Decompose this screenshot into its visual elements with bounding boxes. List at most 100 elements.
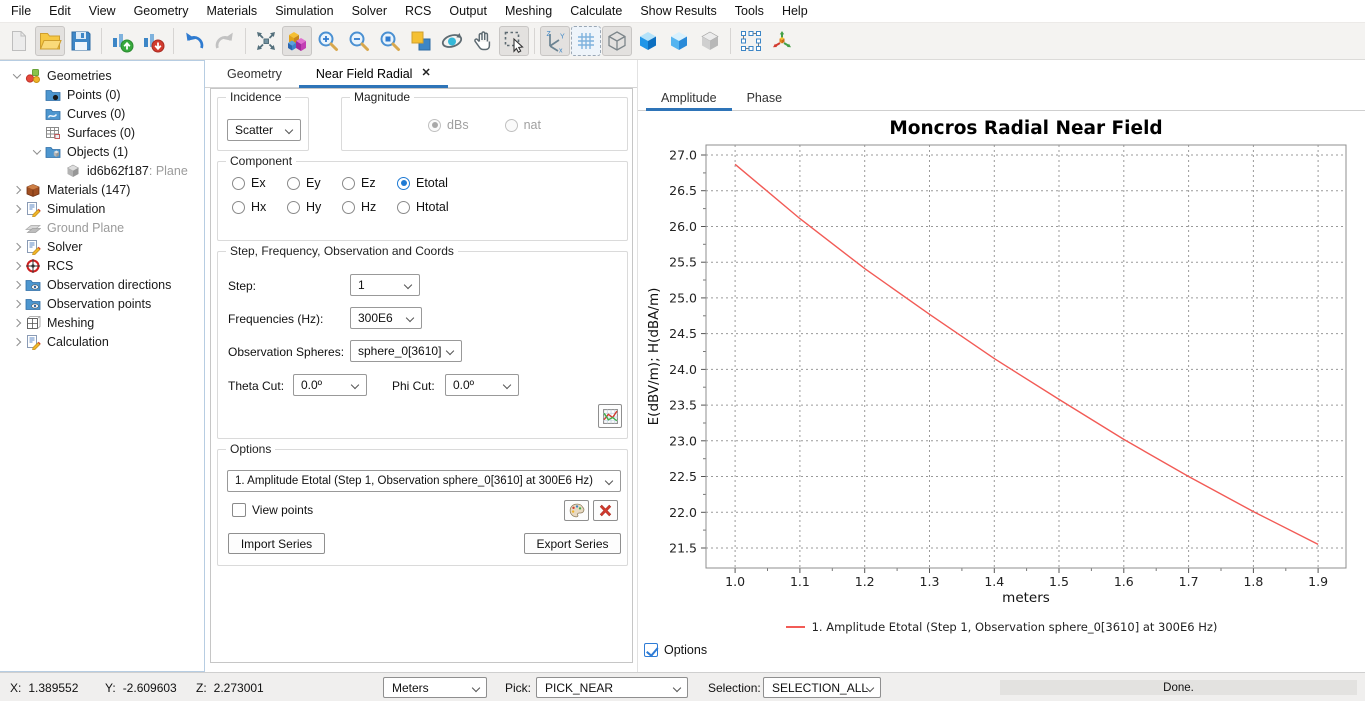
tree-item-objects-1[interactable]: Objects (1) (0, 142, 204, 161)
new-file-button[interactable] (4, 26, 34, 56)
tree-expand-icon[interactable] (8, 301, 25, 307)
close-tab-icon[interactable]: ✕ (421, 68, 430, 79)
units-select[interactable]: Meters (383, 677, 487, 698)
tree-item-observation-directions[interactable]: Observation directions (0, 275, 204, 294)
radio-ey[interactable]: Ey (287, 176, 342, 190)
orbit-button[interactable] (437, 26, 467, 56)
tree-item-materials-147[interactable]: Materials (147) (0, 180, 204, 199)
radio-button-icon[interactable] (287, 201, 300, 214)
wireframe-view-button[interactable] (602, 26, 632, 56)
menu-edit[interactable]: Edit (40, 1, 80, 21)
radio-button-icon[interactable] (397, 201, 410, 214)
tree-expand-icon[interactable] (8, 282, 25, 288)
tree-item-ground-plane[interactable]: Ground Plane (0, 218, 204, 237)
observation-spheres-select[interactable]: sphere_0[3610] (350, 340, 462, 362)
radio-button-icon[interactable] (232, 201, 245, 214)
pick-select[interactable]: PICK_NEAR (536, 677, 688, 698)
tree-item-id6b62f187[interactable]: id6b62f187 : Plane (0, 161, 204, 180)
delete-series-button[interactable] (593, 500, 618, 521)
tree-expand-icon[interactable] (8, 187, 25, 193)
tree-item-geometries[interactable]: Geometries (0, 66, 204, 85)
menu-help[interactable]: Help (773, 1, 817, 21)
radio-button-icon[interactable] (342, 177, 355, 190)
radio-hx[interactable]: Hx (232, 200, 287, 214)
menu-tools[interactable]: Tools (726, 1, 773, 21)
tree-item-observation-points[interactable]: Observation points (0, 294, 204, 313)
menu-geometry[interactable]: Geometry (125, 1, 198, 21)
menu-file[interactable]: File (2, 1, 40, 21)
incidence-select[interactable]: Scatter (227, 119, 301, 141)
solid-view-button[interactable] (633, 26, 663, 56)
menu-solver[interactable]: Solver (343, 1, 396, 21)
menu-meshing[interactable]: Meshing (496, 1, 561, 21)
chart-tab-phase[interactable]: Phase (732, 85, 797, 110)
redo-button[interactable] (210, 26, 240, 56)
series-color-button[interactable] (564, 500, 589, 521)
menu-output[interactable]: Output (440, 1, 496, 21)
step-select[interactable]: 1 (350, 274, 420, 296)
tree-item-curves-0[interactable]: Curves (0) (0, 104, 204, 123)
phi-cut-select[interactable]: 0.0º (445, 374, 519, 396)
show-grid-button[interactable] (571, 26, 601, 56)
tree-item-meshing[interactable]: Meshing (0, 313, 204, 332)
flat-view-button[interactable] (695, 26, 725, 56)
zoom-out-button[interactable] (344, 26, 374, 56)
selection-select[interactable]: SELECTION_ALL (763, 677, 881, 698)
radio-htotal[interactable]: Htotal (397, 200, 497, 214)
tree-collapse-icon[interactable] (28, 149, 45, 155)
theta-cut-select[interactable]: 0.0º (293, 374, 367, 396)
tree-item-solver[interactable]: Solver (0, 237, 204, 256)
tree-item-calculation[interactable]: Calculation (0, 332, 204, 351)
tree-item-surfaces-0[interactable]: Surfaces (0) (0, 123, 204, 142)
radio-button-icon[interactable] (287, 177, 300, 190)
chart-tab-amplitude[interactable]: Amplitude (646, 85, 732, 110)
menu-rcs[interactable]: RCS (396, 1, 440, 21)
open-file-button[interactable] (35, 26, 65, 56)
view-points-checkbox[interactable] (232, 503, 246, 517)
show-axes-button[interactable]: ZYx (540, 26, 570, 56)
radio-hz[interactable]: Hz (342, 200, 397, 214)
chart-options-checkbox[interactable] (644, 643, 658, 657)
zoom-window-button[interactable] (375, 26, 405, 56)
pan-button[interactable] (468, 26, 498, 56)
radio-button-icon[interactable] (342, 201, 355, 214)
radio-button-icon[interactable] (232, 177, 245, 190)
menu-simulation[interactable]: Simulation (266, 1, 342, 21)
menu-view[interactable]: View (80, 1, 125, 21)
tree-item-simulation[interactable]: Simulation (0, 199, 204, 218)
menu-show-results[interactable]: Show Results (631, 1, 725, 21)
radio-ex[interactable]: Ex (232, 176, 287, 190)
radio-hy[interactable]: Hy (287, 200, 342, 214)
tab-near-field-radial[interactable]: Near Field Radial✕ (299, 60, 448, 87)
radio-etotal[interactable]: Etotal (397, 176, 497, 190)
tab-geometry[interactable]: Geometry (210, 60, 299, 87)
tree-expand-icon[interactable] (8, 206, 25, 212)
zoom-in-button[interactable] (313, 26, 343, 56)
selection-handles-button[interactable] (736, 26, 766, 56)
fit-view-button[interactable] (251, 26, 281, 56)
export-plot-button[interactable] (138, 26, 168, 56)
frequencies-select[interactable]: 300E6 (350, 307, 422, 329)
save-file-button[interactable] (66, 26, 96, 56)
tree-item-points-0[interactable]: Points (0) (0, 85, 204, 104)
import-series-button[interactable]: Import Series (228, 533, 325, 554)
undo-button[interactable] (179, 26, 209, 56)
bring-front-button[interactable] (406, 26, 436, 56)
select-box-button[interactable] (499, 26, 529, 56)
menu-materials[interactable]: Materials (197, 1, 266, 21)
radio-ez[interactable]: Ez (342, 176, 397, 190)
tree-item-rcs[interactable]: RCS (0, 256, 204, 275)
radio-button-icon[interactable] (397, 177, 410, 190)
menu-calculate[interactable]: Calculate (561, 1, 631, 21)
view-cubes-button[interactable] (282, 26, 312, 56)
show-plot-button[interactable] (598, 404, 622, 428)
tree-expand-icon[interactable] (8, 320, 25, 326)
export-series-button[interactable]: Export Series (524, 533, 621, 554)
tree-collapse-icon[interactable] (8, 73, 25, 79)
tree-expand-icon[interactable] (8, 339, 25, 345)
tree-expand-icon[interactable] (8, 263, 25, 269)
shaded-view-button[interactable] (664, 26, 694, 56)
series-select[interactable]: 1. Amplitude Etotal (Step 1, Observation… (227, 470, 621, 492)
axis-gizmo-button[interactable] (767, 26, 797, 56)
import-plot-button[interactable] (107, 26, 137, 56)
